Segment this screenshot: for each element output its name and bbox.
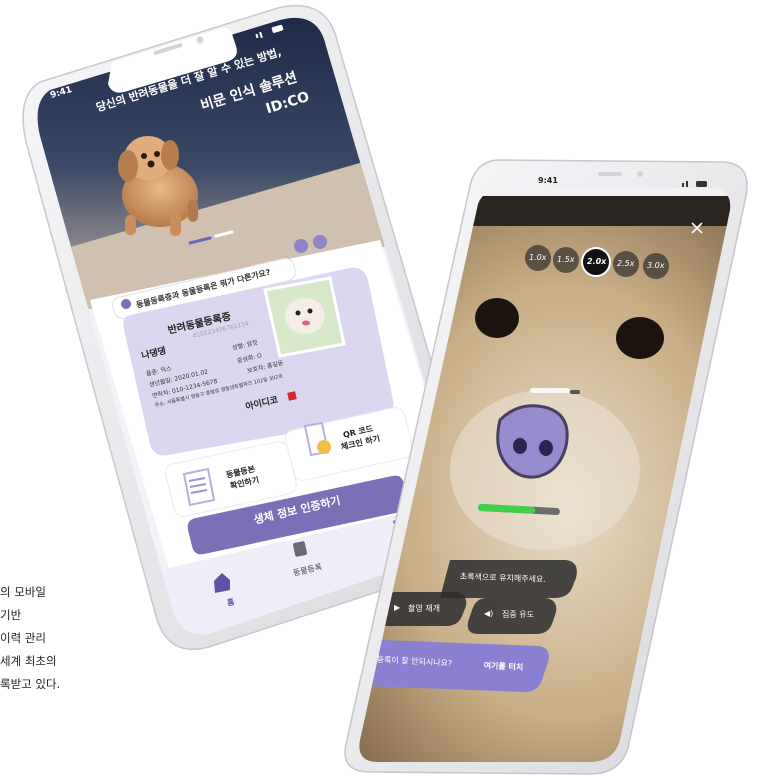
zoom-2-0x[interactable]	[581, 247, 611, 277]
zoom-1-0x[interactable]	[525, 245, 551, 271]
zoom-1-5x[interactable]	[553, 247, 579, 273]
hint-pill	[440, 560, 577, 598]
nose-guide-icon	[496, 404, 569, 479]
zoom-3-0x[interactable]	[643, 253, 669, 279]
help-bar[interactable]	[366, 640, 549, 692]
zoom-2-5x[interactable]	[613, 251, 639, 277]
focus-guide-button[interactable]	[467, 598, 557, 634]
phone-right	[344, 159, 748, 775]
